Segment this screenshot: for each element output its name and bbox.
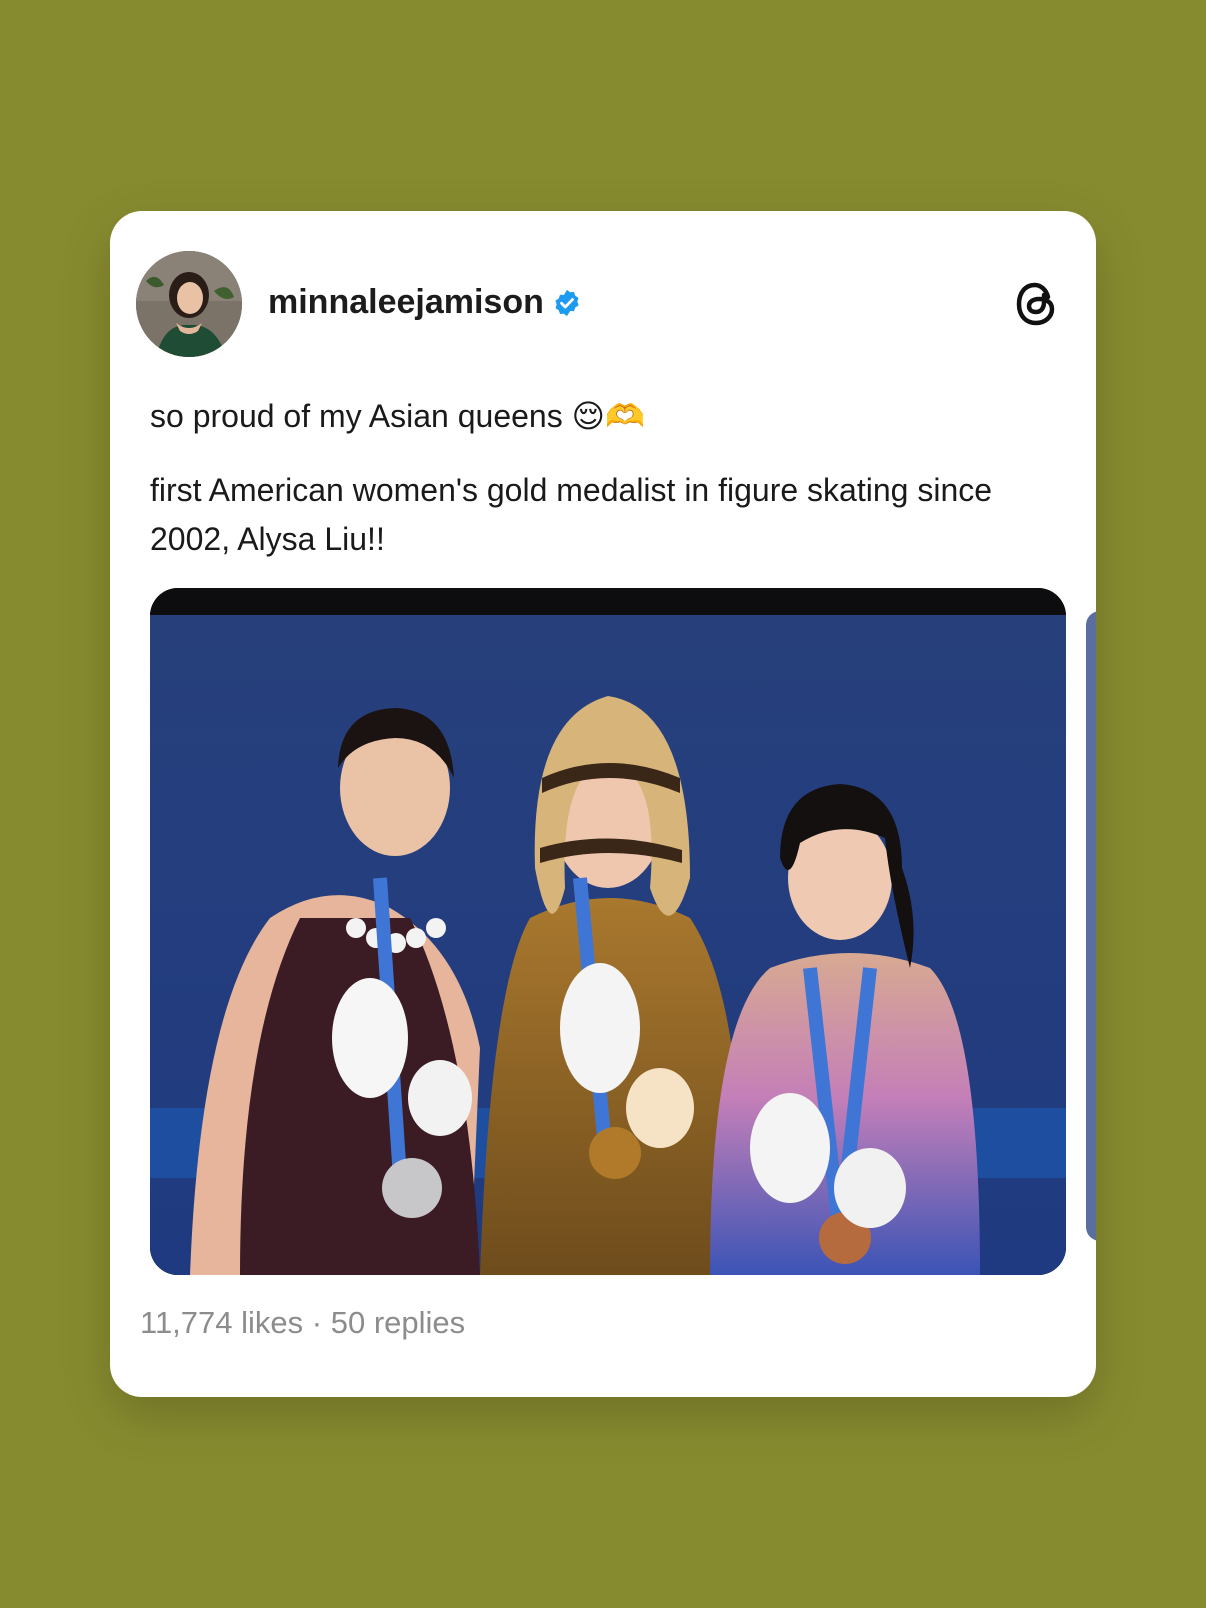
post-card: minnaleejamison so proud of my Asian que… [110, 211, 1096, 1397]
post-stats: 11,774 likes · 50 replies [140, 1305, 465, 1341]
threads-logo-icon[interactable] [1010, 277, 1064, 331]
verified-badge-icon [552, 288, 582, 318]
caption-line-1: so proud of my Asian queens 😌🫶 [150, 398, 645, 434]
likes-count[interactable]: 11,774 likes [140, 1305, 303, 1340]
username[interactable]: minnaleejamison [268, 283, 544, 322]
avatar[interactable] [136, 251, 242, 357]
stats-separator: · [311, 1305, 323, 1340]
replies-count[interactable]: 50 replies [331, 1305, 465, 1340]
next-photo-peek[interactable] [1086, 611, 1096, 1241]
avatar-image [136, 251, 242, 357]
username-row[interactable]: minnaleejamison [268, 283, 582, 322]
caption-line-2: first American women's gold medalist in … [150, 472, 993, 557]
post-photo[interactable] [150, 588, 1066, 1275]
